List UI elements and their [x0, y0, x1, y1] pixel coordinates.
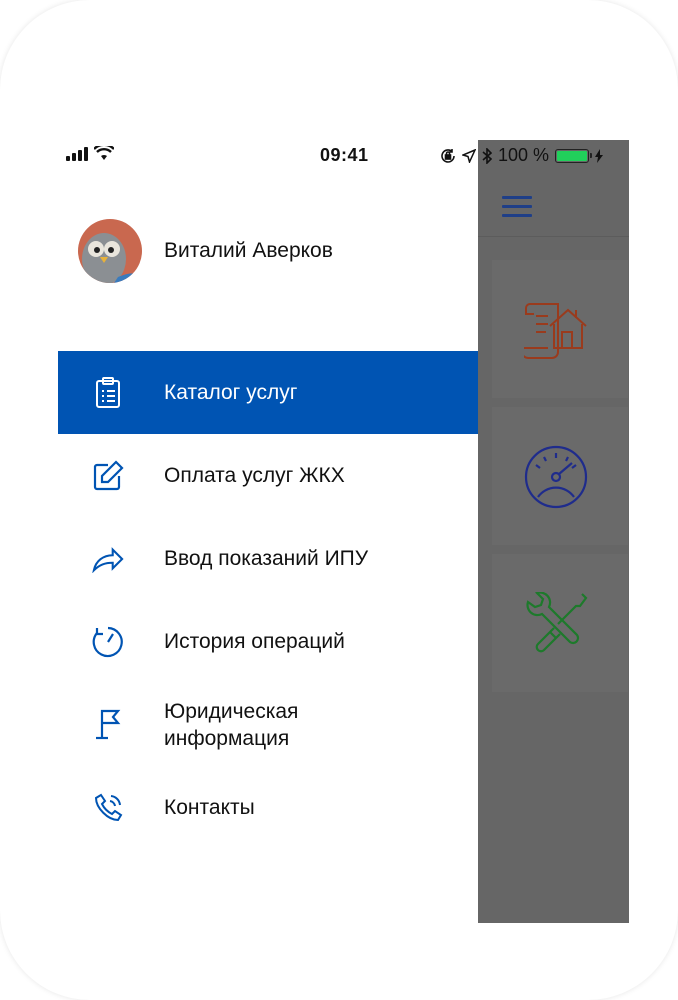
cellular-signal-icon — [66, 147, 88, 161]
menu-item-label: Каталог услуг — [164, 381, 298, 404]
battery-percent: 100 % — [498, 145, 550, 165]
menu-item-service-catalog[interactable]: Каталог услуг — [58, 351, 478, 434]
menu-item-label: Оплата услуг ЖКХ — [164, 464, 345, 487]
tools-wrench-screwdriver-icon — [526, 592, 588, 653]
clock-history-icon — [92, 626, 124, 658]
user-name: Виталий Аверков — [164, 239, 333, 262]
edit-pencil-icon — [92, 459, 124, 492]
rotation-lock-icon — [441, 148, 455, 163]
bluetooth-icon — [482, 147, 492, 164]
wifi-icon — [94, 146, 114, 160]
menu-item-utility-payment[interactable]: Оплата услуг ЖКХ — [58, 434, 478, 517]
menu-item-label: Контакты — [164, 796, 255, 819]
menu-item-label: История операций — [164, 630, 345, 653]
drawer-menu: Каталог услуг Оплата услуг ЖКХ Ввод пока… — [58, 351, 478, 849]
service-tile-repair[interactable] — [492, 554, 628, 692]
service-tile-meters[interactable] — [492, 407, 628, 545]
status-time: 09:41 — [320, 145, 369, 165]
user-profile[interactable]: Виталий Аверков — [78, 219, 333, 283]
service-tile-housing[interactable] — [492, 260, 628, 398]
menu-item-label: Ввод показаний ИПУ — [164, 547, 369, 570]
avatar[interactable] — [78, 219, 142, 283]
hamburger-menu-icon[interactable] — [502, 196, 532, 217]
menu-item-label: Юридическая информация — [164, 699, 299, 750]
menu-item-contacts[interactable]: Контакты — [58, 766, 478, 849]
menu-item-legal-info[interactable]: Юридическая информация — [58, 683, 478, 766]
location-arrow-icon — [462, 148, 476, 163]
house-document-icon — [524, 303, 587, 359]
menu-item-operation-history[interactable]: История операций — [58, 600, 478, 683]
navigation-drawer: Виталий Аверков Каталог услуг Оплата усл… — [58, 140, 478, 923]
charging-bolt-icon — [595, 148, 604, 163]
menu-item-meter-readings[interactable]: Ввод показаний ИПУ — [58, 517, 478, 600]
share-arrow-icon — [92, 543, 124, 575]
battery-icon — [555, 148, 593, 163]
flag-icon — [92, 709, 124, 741]
main-screen-overlay[interactable] — [478, 140, 629, 923]
status-bar: 09:41 100 % — [58, 140, 629, 170]
speedometer-icon — [524, 445, 588, 509]
phone-call-icon — [92, 792, 124, 824]
clipboard-list-icon — [92, 376, 124, 409]
app-screen: Виталий Аверков Каталог услуг Оплата усл… — [58, 140, 629, 923]
